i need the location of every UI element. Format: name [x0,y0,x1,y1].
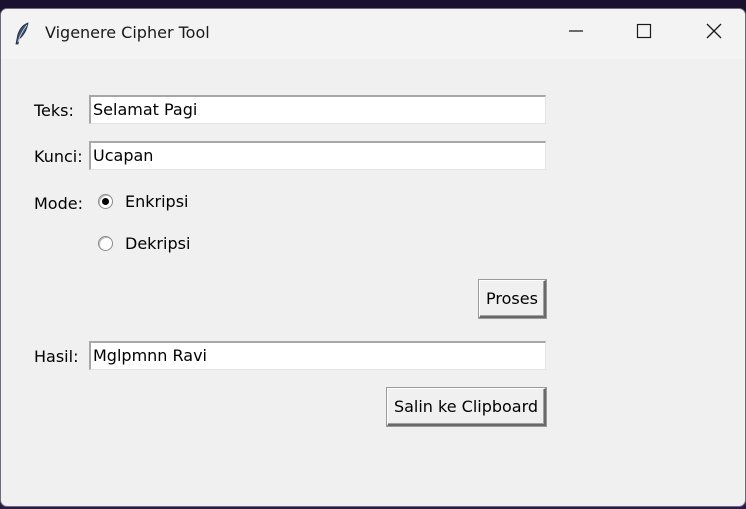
radio-decrypt[interactable]: Dekripsi [98,234,190,253]
close-icon [705,22,723,44]
radio-encrypt-indicator[interactable] [98,194,113,209]
maximize-icon [636,23,652,43]
close-button[interactable] [679,9,745,57]
process-button[interactable]: Proses [479,280,546,318]
radio-encrypt[interactable]: Enkripsi [98,192,188,211]
radio-selected-dot [102,198,109,205]
maximize-button[interactable] [609,9,679,57]
radio-decrypt-indicator[interactable] [98,236,113,251]
feather-icon [13,22,33,46]
copy-to-clipboard-button[interactable]: Salin ke Clipboard [387,388,546,426]
title-bar[interactable]: Vigenere Cipher Tool [1,9,745,59]
minimize-icon [568,23,584,43]
text-input[interactable]: Selamat Pagi [89,95,546,124]
result-label: Hasil: [34,347,79,366]
radio-decrypt-label[interactable]: Dekripsi [125,234,190,253]
window-title: Vigenere Cipher Tool [45,23,210,42]
key-label: Kunci: [34,147,83,166]
result-output[interactable]: Mglpmnn Ravi [89,341,546,370]
app-window: Vigenere Cipher Tool Teks: Selamat Pagi … [0,8,746,507]
key-input[interactable]: Ucapan [89,141,546,170]
radio-encrypt-label[interactable]: Enkripsi [125,192,188,211]
text-label: Teks: [34,101,74,120]
mode-label: Mode: [34,194,83,213]
minimize-button[interactable] [541,9,611,57]
